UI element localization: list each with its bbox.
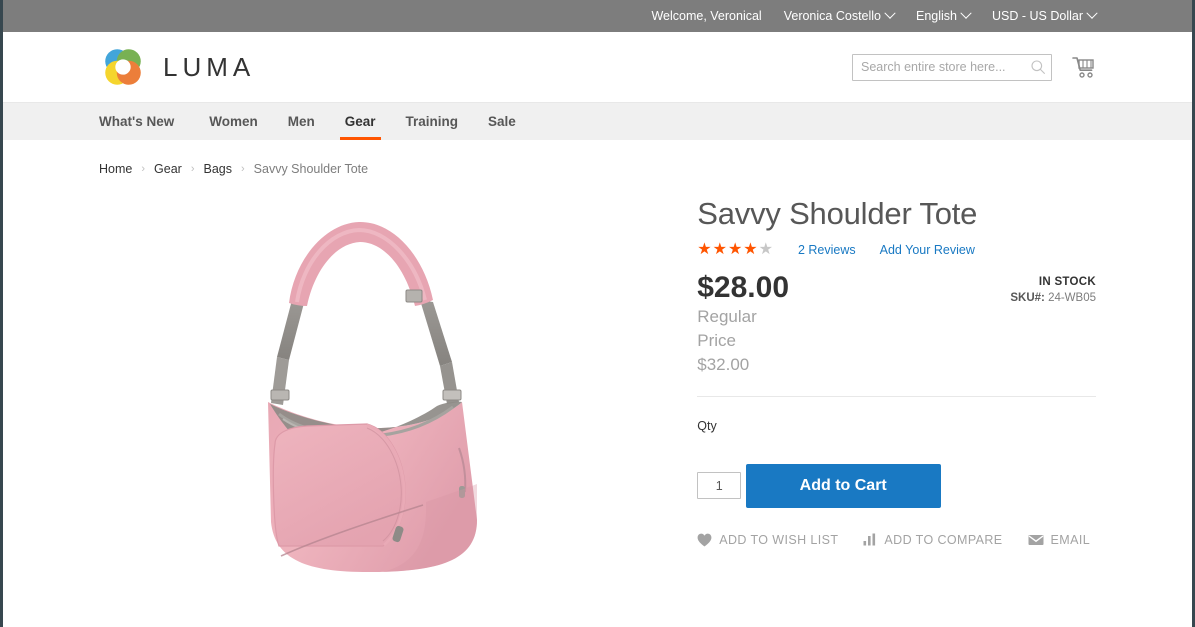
language-switcher[interactable]: English [916,7,972,23]
stock-and-sku: IN STOCK SKU#: 24-WB05 [1010,276,1096,304]
heart-icon [697,533,712,546]
language-switcher-label: English [916,9,957,23]
product-image-savvy-shoulder-tote[interactable] [171,190,591,590]
luma-flower-logo-icon [99,43,147,91]
product-social-actions: ADD TO WISH LIST ADD TO COMPARE EMAIL [697,533,1096,547]
sku: SKU#: 24-WB05 [1010,292,1096,304]
nav-item-gear[interactable]: Gear [330,103,391,140]
qty-label: Qty [697,418,717,433]
header-actions [852,53,1096,81]
chevron-down-icon [1086,7,1098,19]
breadcrumb-separator-icon: › [141,163,146,175]
price-block: $28.00 Regular Price $32.00 IN STOCK SKU… [697,272,1096,378]
product-detail: Savvy Shoulder Tote ★★★★★ 2 Reviews Add … [99,190,1096,590]
add-to-wish-list-button[interactable]: ADD TO WISH LIST [697,533,838,547]
breadcrumb-separator-icon: › [190,163,195,175]
reviews-count-link[interactable]: 2 Reviews [798,243,856,257]
quantity-stepper[interactable] [697,472,742,500]
account-menu[interactable]: Veronica Costello [783,7,896,23]
email-label: EMAIL [1050,532,1091,547]
breadcrumb-item-home[interactable]: Home [99,162,132,176]
top-utility-bar: Welcome, Veronical Veronica Costello Eng… [3,0,1192,32]
welcome-message: Welcome, Veronical [651,9,762,23]
browser-viewport: Welcome, Veronical Veronica Costello Eng… [0,0,1195,627]
chevron-down-icon [884,7,896,19]
add-to-wish-list-label: ADD TO WISH LIST [719,532,839,547]
add-to-cart-button[interactable]: Add to Cart [745,463,941,508]
product-image-gallery [99,190,662,590]
add-to-compare-label: ADD TO COMPARE [884,532,1003,547]
shopping-cart-icon[interactable] [1072,55,1096,79]
page-title: Savvy Shoulder Tote [697,196,978,231]
sku-value: 24-WB05 [1048,291,1096,304]
nav-item-sale[interactable]: Sale [473,103,531,140]
nav-item-men[interactable]: Men [273,103,330,140]
main-navigation: What's New Women Men Gear Training Sale [3,102,1192,140]
regular-price-value: $32.00 [697,355,750,375]
nav-item-training[interactable]: Training [391,103,474,140]
breadcrumb-item-gear[interactable]: Gear [154,162,182,176]
add-review-link[interactable]: Add Your Review [880,243,975,257]
nav-item-women[interactable]: Women [194,103,273,140]
sku-label: SKU#: [1010,291,1045,304]
email-button[interactable]: EMAIL [1028,533,1091,547]
rating-summary: ★★★★★ 2 Reviews Add Your Review [697,241,1096,258]
breadcrumb-item-current: Savvy Shoulder Tote [253,162,369,176]
search-input[interactable] [852,53,1052,81]
site-header: LUMA [3,32,1192,102]
breadcrumb-item-bags[interactable]: Bags [203,162,232,176]
bar-chart-icon [863,533,876,546]
status-badge: IN STOCK [1038,275,1096,288]
account-menu-label: Veronica Costello [783,9,881,23]
site-logo[interactable]: LUMA [99,43,255,91]
search-box [852,53,1052,81]
add-to-compare-button[interactable]: ADD TO COMPARE [863,533,1002,547]
breadcrumb-separator-icon: › [240,163,245,175]
section-divider [697,395,1096,397]
chevron-down-icon [960,7,972,19]
currency-switcher-label: USD - US Dollar [992,9,1083,23]
breadcrumb: Home › Gear › Bags › Savvy Shoulder Tote [99,140,1096,190]
star-rating-icon[interactable]: ★★★★★ [697,241,774,258]
logo-wordmark: LUMA [163,51,256,82]
envelope-icon [1028,534,1044,545]
product-info: Savvy Shoulder Tote ★★★★★ 2 Reviews Add … [697,190,1096,547]
regular-price-label: Regular Price [697,307,757,351]
currency-switcher[interactable]: USD - US Dollar [992,7,1098,23]
nav-item-whats-new[interactable]: What's New [99,103,194,140]
